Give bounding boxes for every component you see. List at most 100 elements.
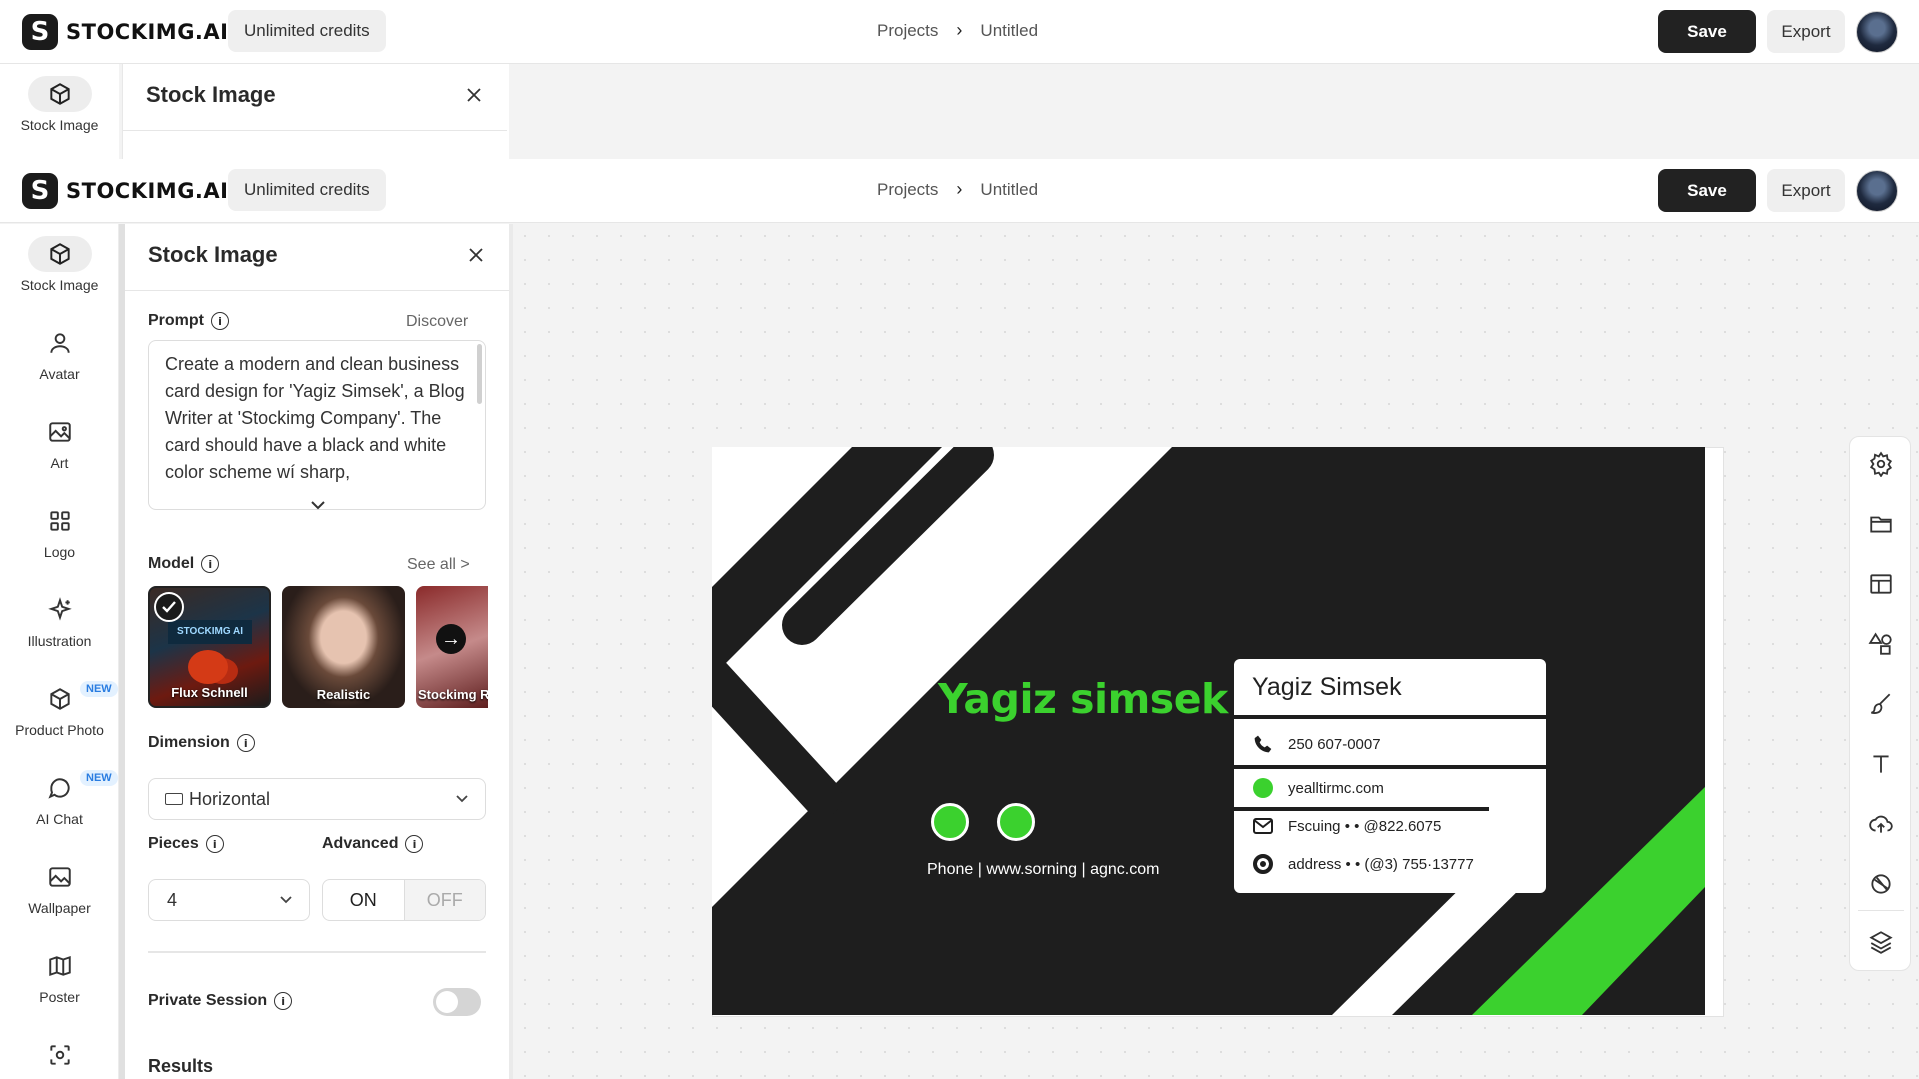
model-card-realistic[interactable]: Realistic [282,586,405,708]
wallpaper-icon [28,859,92,895]
model-card-stockimg-r[interactable]: → Stockimg R [416,586,488,708]
rail-item-product-photo[interactable]: NEW Product Photo [0,681,119,738]
prompt-scrollbar[interactable] [477,344,482,404]
export-button[interactable]: Export [1767,169,1845,212]
business-card-design[interactable]: Yagiz simsek Phone | www.sorning | agnc.… [712,447,1705,1015]
rail-item-ai-chat[interactable]: NEW AI Chat [0,770,119,827]
brand-logo[interactable]: S STOCKIMG.AI [22,14,228,50]
dimension-select[interactable]: Horizontal [148,778,486,820]
rail-item-illustration[interactable]: Illustration [0,592,119,649]
rail-label: Stock Image [20,277,99,293]
advanced-off-button[interactable]: OFF [403,880,485,920]
rail-item-stock-image[interactable]: Stock Image [0,236,119,293]
info-icon[interactable]: i [201,555,220,573]
shapes-icon[interactable] [1866,629,1896,659]
card-background-shapes [712,447,1705,1015]
dimension-value: Horizontal [189,788,271,809]
ghost-rail-stock-image[interactable]: Stock Image [0,76,119,133]
save-button[interactable]: Save [1658,169,1756,212]
person-icon [28,325,92,361]
rail-item-more[interactable] [0,1037,119,1078]
breadcrumb-current[interactable]: Untitled [980,21,1038,41]
chevron-right-icon: › [956,20,963,40]
user-avatar[interactable] [1856,11,1898,53]
new-badge: NEW [80,770,118,786]
ghost-close-icon[interactable] [459,80,489,110]
check-icon [154,592,184,622]
save-button[interactable]: Save [1658,10,1756,53]
card-row-address: address • • (@3) 755·13777 [1252,853,1474,875]
rail-label: Illustration [27,633,92,649]
new-badge: NEW [80,681,118,697]
see-all-link[interactable]: See all > [407,556,470,574]
discover-link[interactable]: Discover [406,313,468,331]
rail-item-poster[interactable]: Poster [0,948,119,1005]
info-icon[interactable]: i [205,835,224,853]
pieces-label: Pieces i [148,835,224,853]
folder-icon[interactable] [1866,509,1896,539]
rail-label: Art [50,455,69,471]
arrow-right-icon[interactable]: → [436,624,466,654]
settings-icon[interactable] [1866,449,1896,479]
info-icon[interactable]: i [405,835,424,853]
model-thumb-sign: STOCKIMG AI [168,620,252,644]
expand-chevron-icon[interactable] [307,496,329,514]
brand-name: STOCKIMG.AI [66,179,229,203]
layers-icon[interactable] [1866,927,1896,957]
divider [1858,910,1904,911]
upload-icon[interactable] [1866,809,1896,839]
divider [1234,807,1489,811]
rail-item-logo[interactable]: Logo [0,503,119,560]
brand-logo[interactable]: S STOCKIMG.AI [22,173,228,209]
rail-label: Stock Image [20,117,99,133]
advanced-on-button[interactable]: ON [323,880,404,920]
card-info-name: Yagiz Simsek [1252,673,1402,701]
ghost-panel-title: Stock Image [146,82,276,107]
rail-item-art[interactable]: Art [0,414,119,471]
divider [123,130,507,131]
map-icon [28,948,92,984]
prompt-textarea[interactable]: Create a modern and clean business card … [148,340,486,510]
pieces-select[interactable]: 4 [148,879,310,921]
sticker-icon[interactable] [1866,869,1896,899]
ghost-header: S STOCKIMG.AI Unlimited credits Projects… [0,0,1919,64]
music-note-icon [997,803,1035,841]
brush-icon[interactable] [1866,689,1896,719]
ghost-rail: Stock Image [0,64,119,159]
info-icon[interactable]: i [211,312,229,330]
prompt-label-text: Prompt [148,312,204,329]
user-avatar[interactable] [1856,170,1898,212]
model-label: Model i [148,555,220,573]
breadcrumb-projects[interactable]: Projects [877,180,938,200]
advanced-toggle: ON OFF [322,879,486,921]
chevron-right-icon: › [956,179,963,199]
right-toolbar [1849,436,1911,971]
card-row-web: yealltirmc.com [1252,777,1384,799]
rail-item-wallpaper[interactable]: Wallpaper [0,859,119,916]
credits-badge[interactable]: Unlimited credits [228,169,386,211]
breadcrumb-current[interactable]: Untitled [980,180,1038,200]
mail-icon [1252,815,1274,837]
model-name: Stockimg R [418,687,488,702]
card-row-text: Fscuing • • @822.6075 [1288,817,1442,835]
breadcrumb-projects[interactable]: Projects [877,21,938,41]
rail-label: Poster [39,989,80,1005]
image-icon [28,414,92,450]
rail-label: Product Photo [15,722,104,738]
close-icon[interactable] [461,240,491,270]
results-heading: Results [148,1056,214,1076]
card-contact-line: Phone | www.sorning | agnc.com [927,861,1160,878]
info-icon[interactable]: i [236,734,255,752]
private-session-switch[interactable] [433,988,481,1016]
chevron-down-icon [456,795,468,803]
info-icon[interactable]: i [274,992,293,1010]
text-icon[interactable] [1866,749,1896,779]
logo-mark-icon: S [22,173,58,209]
sparkle-icon [28,592,92,628]
card-row-text: 250 607-0007 [1288,735,1381,753]
model-card-flux-schnell[interactable]: STOCKIMG AI Flux Schnell [148,586,271,708]
layout-icon[interactable] [1866,569,1896,599]
export-button[interactable]: Export [1767,10,1845,53]
credits-badge[interactable]: Unlimited credits [228,10,386,52]
rail-item-avatar[interactable]: Avatar [0,325,119,382]
